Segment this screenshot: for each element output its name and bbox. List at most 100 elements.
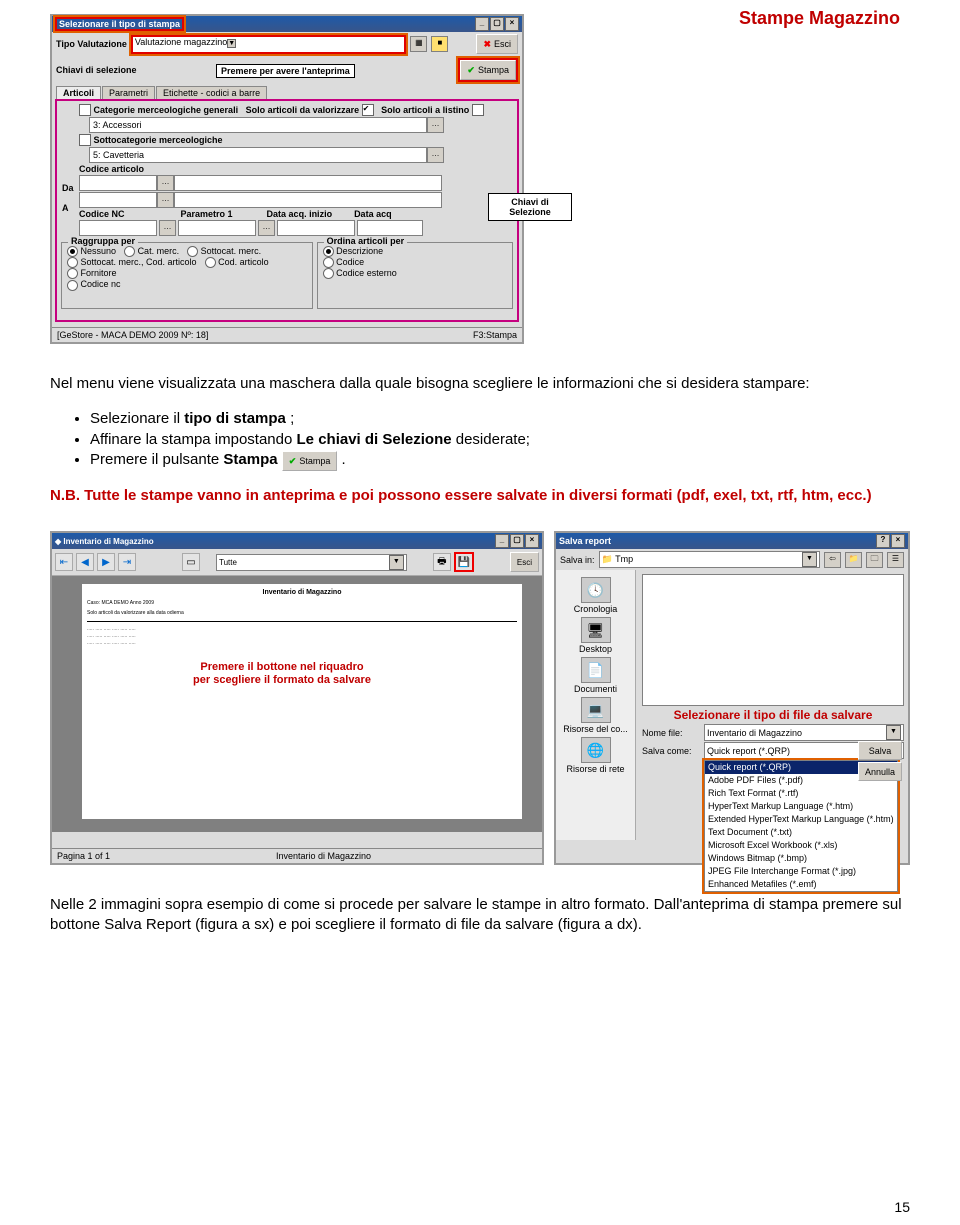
format-option[interactable]: JPEG File Interchange Format (*.jpg) [705,865,897,878]
radio[interactable] [67,257,78,268]
titlebar: Salva report ?× [556,533,908,549]
back-icon[interactable]: ⇦ [824,552,841,568]
folder-combo[interactable]: 📁 Tmp▼ [599,551,820,568]
da-cod[interactable] [79,175,157,191]
file-list[interactable] [642,574,904,706]
sidebar-item[interactable]: 📄Documenti [560,657,631,694]
sidebar-item[interactable]: 🕓Cronologia [560,577,631,614]
radio-label: Descrizione [336,246,383,256]
radio[interactable] [67,268,78,279]
chk-cat[interactable] [79,104,91,116]
p1: Nel menu viene visualizzata una maschera… [50,374,910,394]
prev-icon[interactable]: ◀ [76,553,94,571]
page-combo[interactable]: Tutte▼ [216,554,407,571]
a-desc[interactable] [174,192,442,208]
stampa-button[interactable]: ✔Stampa [460,60,516,80]
maximize-icon[interactable]: ▢ [490,17,504,31]
history-icon: 🕓 [581,577,611,603]
radio[interactable] [323,246,334,257]
minimize-icon[interactable]: _ [475,17,489,31]
close-icon[interactable]: × [525,534,539,548]
format-option[interactable]: Extended HyperText Markup Language (*.ht… [705,813,897,826]
maximize-icon[interactable]: ▢ [510,534,524,548]
check-icon: ✔ [467,65,475,76]
last-icon[interactable]: ⇥ [118,553,136,571]
tool-icon[interactable]: ■ [431,36,448,52]
radio[interactable] [67,280,78,291]
lookup-icon[interactable]: … [258,220,275,236]
a-cod[interactable] [79,192,157,208]
close-icon[interactable]: × [505,17,519,31]
up-icon[interactable]: 📁 [845,552,862,568]
radio[interactable] [124,246,135,257]
sidebar-item[interactable]: 💻Risorse del co... [560,697,631,734]
radio[interactable] [67,246,78,257]
status-right: F3:Stampa [473,330,517,340]
esci-button[interactable]: ✖Esci [476,34,518,54]
solo-val-label: Solo articoli da valorizzare [246,105,360,115]
chiavi-panel: Categorie merceologiche generali Solo ar… [55,99,519,322]
radio[interactable] [323,268,334,279]
newfolder-icon[interactable]: 🗀 [866,552,883,568]
tipo-combo-value: Valutazione magazzino [135,37,227,47]
radio[interactable] [323,257,334,268]
codenc-label: Codice NC [79,209,125,219]
tab-articoli[interactable]: Articoli [56,86,101,99]
close-icon[interactable]: × [891,534,905,548]
format-option[interactable]: Microsoft Excel Workbook (*.xls) [705,839,897,852]
da-desc[interactable] [174,175,442,191]
group-title: Raggruppa per [68,236,138,246]
format-option[interactable]: Windows Bitmap (*.bmp) [705,852,897,865]
documents-icon: 📄 [581,657,611,683]
chiavi-label: Chiavi di selezione [56,65,137,75]
minimize-icon[interactable]: _ [495,534,509,548]
sottocat-input[interactable]: 5: Cavetteria [89,147,427,163]
tab-etichette[interactable]: Etichette - codici a barre [156,86,267,99]
annulla-button[interactable]: Annulla [858,762,902,781]
format-option[interactable]: Enhanced Metafiles (*.emf) [705,878,897,891]
stampa-inline-button: ✔Stampa [282,451,338,471]
tipo-combo[interactable]: Valutazione magazzino▼ [131,35,407,54]
chk-sololist[interactable] [472,104,484,116]
radio[interactable] [205,257,216,268]
chk-soloval[interactable] [362,104,374,116]
salva-button[interactable]: Salva [858,741,902,760]
status-left: [GeStore - MACA DEMO 2009 Nº: 18] [57,330,208,340]
sidebar-item[interactable]: 🌐Risorse di rete [560,737,631,774]
format-option[interactable]: HyperText Markup Language (*.htm) [705,800,897,813]
callout-chiavi: Chiavi di Selezione [488,193,572,221]
help-icon[interactable]: ? [876,534,890,548]
titlebar: ◆ Inventario di Magazzino _▢× [52,533,542,549]
views-icon[interactable]: ☰ [887,552,904,568]
tool-icon[interactable]: ▦ [410,36,427,52]
zoom-icon[interactable]: ▭ [182,553,200,571]
save-report-icon[interactable]: 💾 [454,552,474,572]
codenc-input[interactable] [79,220,157,236]
dataini-input[interactable] [277,220,355,236]
radio-label: Codice [336,257,364,267]
format-option[interactable]: Text Document (*.txt) [705,826,897,839]
lookup-icon[interactable]: … [157,192,174,208]
title: Inventario di Magazzino [63,537,153,546]
lookup-icon[interactable]: … [427,117,444,133]
next-icon[interactable]: ▶ [97,553,115,571]
sidebar-item[interactable]: 🖥Desktop [560,617,631,654]
lookup-icon[interactable]: … [427,147,444,163]
tab-parametri[interactable]: Parametri [102,86,155,99]
esci-button[interactable]: Esci [510,552,539,572]
codart-label: Codice articolo [79,164,144,174]
format-option[interactable]: Rich Text Format (*.rtf) [705,787,897,800]
sidebar: 🕓Cronologia 🖥Desktop 📄Documenti 💻Risorse… [556,570,636,840]
window-controls[interactable]: _▢× [474,17,519,31]
datafin-input[interactable] [357,220,423,236]
print-icon[interactable]: 🖶 [433,553,451,571]
chk-sottocat[interactable] [79,134,91,146]
chevron-down-icon[interactable]: ▼ [227,39,236,48]
group-title: Ordina articoli per [324,236,408,246]
radio[interactable] [187,246,198,257]
param1-input[interactable] [178,220,256,236]
lookup-icon[interactable]: … [159,220,176,236]
first-icon[interactable]: ⇤ [55,553,73,571]
lookup-icon[interactable]: … [157,175,174,191]
cat-input[interactable]: 3: Accessori [89,117,427,133]
